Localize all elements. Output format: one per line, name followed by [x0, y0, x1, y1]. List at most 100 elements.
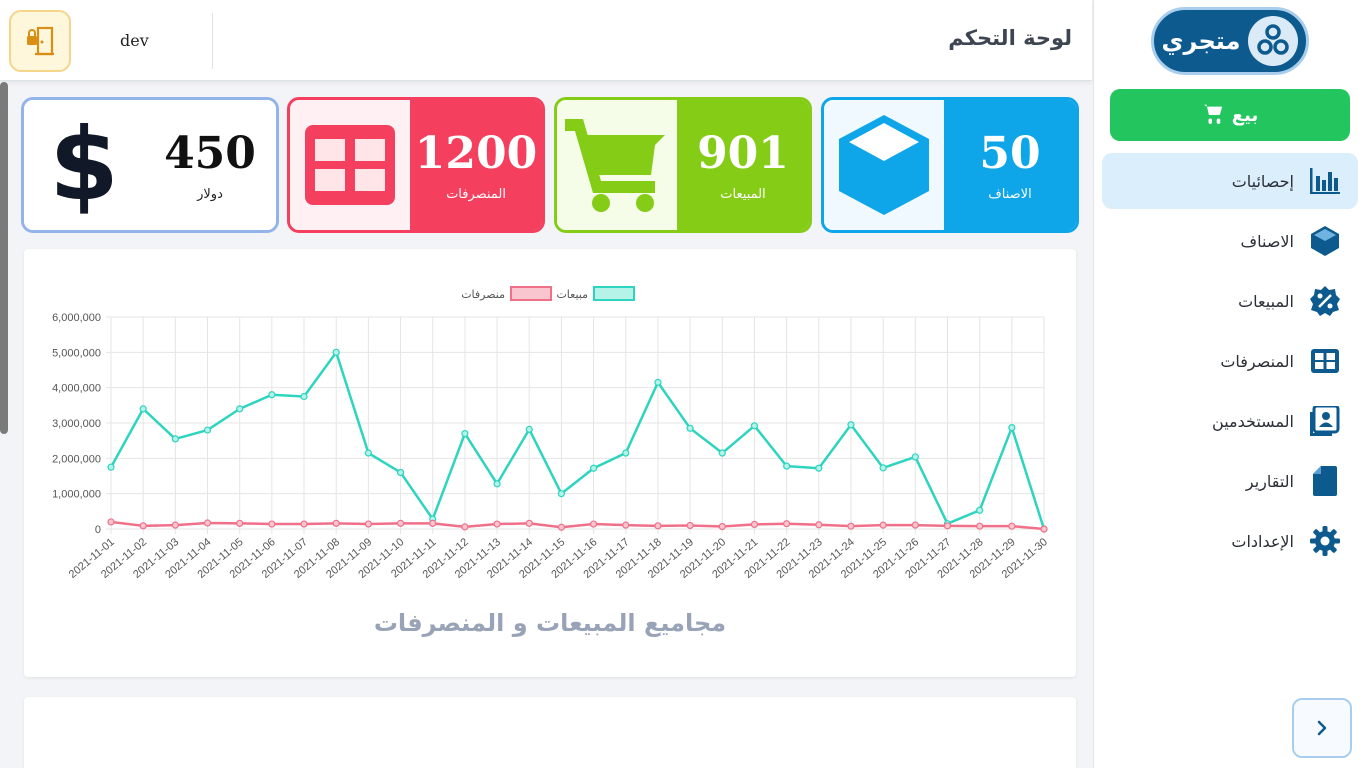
- data-point: [718, 449, 726, 457]
- sidebar-item-label: المستخدمين: [1212, 411, 1294, 431]
- stat-label: المنصرفات: [446, 187, 506, 202]
- dollar-icon: $: [24, 100, 144, 230]
- sidebar-item-expenses[interactable]: المنصرفات: [1102, 333, 1358, 389]
- y-tick-label: 5,000,000: [52, 347, 101, 359]
- stat-value: 1200: [414, 128, 538, 179]
- sidebar-item-users[interactable]: المستخدمين: [1102, 393, 1358, 449]
- data-point: [268, 391, 276, 399]
- legend-swatch: [510, 286, 552, 301]
- stat-label: المبيعات: [720, 187, 766, 202]
- sell-button[interactable]: بيع: [1110, 89, 1350, 141]
- grid-table-icon: [1310, 346, 1340, 376]
- series-line: [110, 520, 1045, 531]
- data-point: [622, 521, 630, 529]
- y-tick-label: 1,000,000: [52, 489, 101, 501]
- data-point: [622, 449, 630, 457]
- data-point: [332, 519, 340, 527]
- logout-button[interactable]: [9, 10, 71, 72]
- data-point: [783, 462, 791, 470]
- data-point: [429, 519, 437, 527]
- data-point: [396, 468, 405, 477]
- data-point: [557, 490, 566, 498]
- sidebar-nav: إحصائيات الاصناف المبيعات المنصرفات المس…: [1102, 153, 1358, 573]
- sidebar-item-label: التقارير: [1245, 471, 1294, 491]
- data-point: [171, 521, 179, 529]
- data-point: [654, 522, 662, 530]
- data-point: [107, 463, 115, 471]
- data-point: [911, 521, 919, 529]
- data-point: [911, 453, 919, 461]
- chart-title: مجاميع المبيعات و المنصرفات: [373, 609, 727, 637]
- data-point: [589, 520, 598, 528]
- secondary-panel: [24, 697, 1076, 768]
- user-contact-icon: [1310, 406, 1340, 436]
- data-point: [493, 480, 501, 488]
- data-point: [525, 425, 533, 433]
- sidebar-item-label: الإعدادات: [1231, 531, 1294, 551]
- sidebar-item-label: المنصرفات: [1220, 351, 1294, 371]
- sidebar-item-reports[interactable]: التقارير: [1102, 453, 1358, 509]
- sidebar-item-categories[interactable]: الاصناف: [1102, 213, 1358, 269]
- y-tick-label: 3,000,000: [52, 418, 101, 430]
- stat-card-sales[interactable]: 901 المبيعات: [554, 97, 812, 233]
- data-point: [525, 519, 533, 527]
- data-point: [815, 464, 823, 472]
- data-point: [750, 520, 759, 529]
- stat-card-categories[interactable]: 50 الاصناف: [821, 97, 1079, 233]
- data-point: [557, 523, 566, 531]
- stat-value: 450: [164, 128, 256, 179]
- data-point: [139, 522, 147, 530]
- data-point: [718, 522, 726, 531]
- document-icon: [1310, 466, 1340, 496]
- stat-value: 901: [697, 128, 789, 179]
- data-point: [976, 522, 984, 530]
- page-scrollbar[interactable]: [0, 82, 8, 434]
- stat-card-expenses[interactable]: 1200 المنصرفات: [287, 97, 545, 233]
- data-point: [493, 520, 501, 528]
- data-point: [847, 421, 855, 429]
- data-point: [268, 520, 276, 528]
- data-point: [847, 522, 855, 530]
- legend-label: مبيعات: [556, 288, 588, 301]
- data-point: [686, 424, 694, 432]
- sidebar-item-label: إحصائيات: [1231, 171, 1294, 191]
- data-point: [589, 464, 598, 472]
- sidebar-item-sales[interactable]: المبيعات: [1102, 273, 1358, 329]
- data-point: [654, 378, 662, 386]
- username: dev: [120, 31, 149, 50]
- legend-label: منصرفات: [461, 288, 505, 301]
- stat-value: 50: [979, 128, 1041, 179]
- sell-label: بيع: [1231, 104, 1259, 126]
- data-point: [943, 522, 952, 530]
- sale-badge-icon: [1310, 286, 1340, 316]
- stat-label: دولار: [197, 187, 223, 202]
- data-point: [364, 520, 372, 528]
- door-lock-icon: [27, 26, 54, 56]
- stat-label: الاصناف: [988, 187, 1032, 202]
- sidebar-item-settings[interactable]: الإعدادات: [1102, 513, 1358, 569]
- cube-icon: [824, 100, 944, 230]
- data-point: [171, 435, 179, 443]
- hexagons-icon: [1248, 16, 1299, 66]
- y-tick-label: 2,000,000: [52, 453, 101, 465]
- data-point: [815, 521, 823, 529]
- grid-table-icon: [290, 100, 410, 230]
- sidebar-item-statistics[interactable]: إحصائيات: [1102, 153, 1358, 209]
- data-point: [139, 405, 147, 413]
- data-point: [461, 430, 469, 438]
- top-header: لوحة التحكم dev: [0, 0, 1092, 81]
- data-point: [976, 506, 984, 514]
- data-point: [750, 422, 759, 430]
- chart-panel: 0 1,000,000 2,000,000 3,000,000 4,000,000 5,0…: [24, 249, 1076, 677]
- sidebar-toggle-button[interactable]: [1292, 698, 1352, 758]
- cube-icon: [1310, 226, 1340, 256]
- cart-icon: [557, 100, 677, 230]
- data-point: [300, 520, 308, 528]
- stat-card-dollar[interactable]: $ 450 دولار: [21, 97, 279, 233]
- app-logo[interactable]: متجري: [1151, 7, 1309, 75]
- y-tick-label: 0: [95, 524, 101, 536]
- y-tick-label: 6,000,000: [52, 312, 101, 324]
- data-point: [332, 348, 340, 356]
- bar-chart-icon: [1310, 166, 1340, 196]
- sidebar-item-label: المبيعات: [1238, 291, 1294, 311]
